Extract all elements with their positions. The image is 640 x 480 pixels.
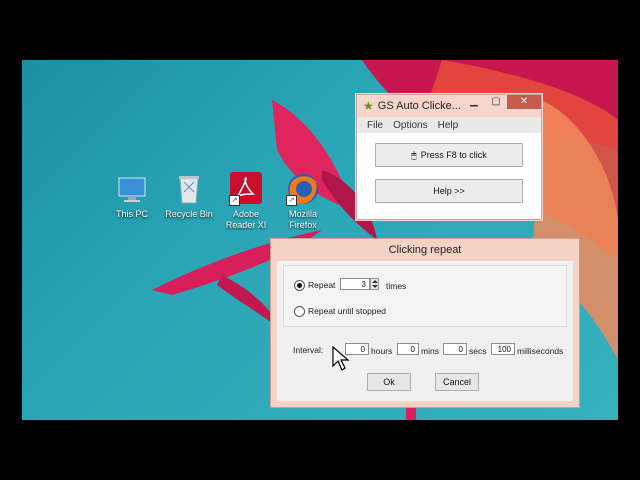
mins-label: mins — [421, 346, 439, 356]
menu-options[interactable]: Options — [393, 120, 427, 131]
milliseconds-field[interactable]: 100 — [491, 343, 515, 355]
help-button-label: Help >> — [433, 186, 465, 196]
adobe-reader-icon: ↗ — [229, 172, 263, 206]
desktop-icon-recycle-bin[interactable]: Recycle Bin — [161, 172, 217, 220]
secs-field[interactable]: 0 — [443, 343, 467, 355]
desktop-icon-label: Adobe Reader XI — [225, 209, 267, 230]
repeat-until-stopped-radio[interactable] — [294, 306, 305, 317]
gs-auto-clicker-window: ★ GS Auto Clicke... ▁ ▢ ✕ File Options H… — [356, 94, 542, 220]
maximize-button[interactable]: ▢ — [485, 95, 507, 109]
help-button[interactable]: Help >> — [375, 179, 523, 203]
computer-icon — [115, 172, 149, 206]
desktop-icon-label: Recycle Bin — [165, 209, 213, 219]
recycle-bin-icon — [172, 172, 206, 206]
desktop-icon-adobe-reader[interactable]: ↗ Adobe Reader XI — [218, 172, 274, 231]
menu-help[interactable]: Help — [438, 120, 459, 131]
press-f8-button[interactable]: 🖱 Press F8 to click — [375, 143, 523, 167]
desktop-icon-this-pc[interactable]: This PC — [104, 172, 160, 220]
hours-label: hours — [371, 346, 393, 356]
menu-bar: File Options Help — [357, 117, 541, 133]
clicking-repeat-dialog: Clicking repeat Repeat 3 times Repeat un… — [270, 238, 580, 408]
window-title: GS Auto Clicke... — [377, 100, 461, 112]
desktop-icon-label: This PC — [115, 209, 148, 219]
mins-field[interactable]: 0 — [397, 343, 419, 355]
secs-label: secs — [469, 346, 487, 356]
dialog-body: Repeat 3 times Repeat until stopped Inte… — [277, 261, 573, 401]
times-label: times — [386, 281, 407, 291]
dialog-title: Clicking repeat — [388, 244, 462, 256]
interval-label: Interval: — [293, 345, 324, 355]
repeat-label: Repeat — [308, 280, 336, 290]
repeat-count-spinner[interactable] — [370, 278, 379, 290]
repeat-group: Repeat 3 times Repeat until stopped — [283, 265, 567, 327]
window-body: 🖱 Press F8 to click Help >> — [357, 133, 541, 219]
mouse-cursor-icon — [332, 346, 350, 371]
desktop-icon-label: Mozilla Firefox — [288, 209, 317, 230]
title-bar[interactable]: ★ GS Auto Clicke... ▁ ▢ ✕ — [357, 95, 541, 117]
repeat-count-field[interactable]: 3 — [340, 278, 370, 290]
repeat-until-stopped-label: Repeat until stopped — [308, 306, 386, 316]
app-star-icon: ★ — [363, 99, 374, 113]
close-button[interactable]: ✕ — [507, 95, 541, 109]
firefox-icon: ↗ — [286, 172, 320, 206]
repeat-radio[interactable] — [294, 280, 305, 291]
milliseconds-label: milliseconds — [517, 346, 564, 356]
menu-file[interactable]: File — [367, 120, 383, 131]
mouse-icon: 🖱 — [411, 149, 417, 160]
press-f8-label: Press F8 to click — [420, 150, 487, 160]
desktop-icon-firefox[interactable]: ↗ Mozilla Firefox — [275, 172, 331, 231]
cancel-button[interactable]: Cancel — [435, 373, 479, 391]
minimize-button[interactable]: ▁ — [463, 95, 485, 109]
ok-button[interactable]: Ok — [367, 373, 411, 391]
